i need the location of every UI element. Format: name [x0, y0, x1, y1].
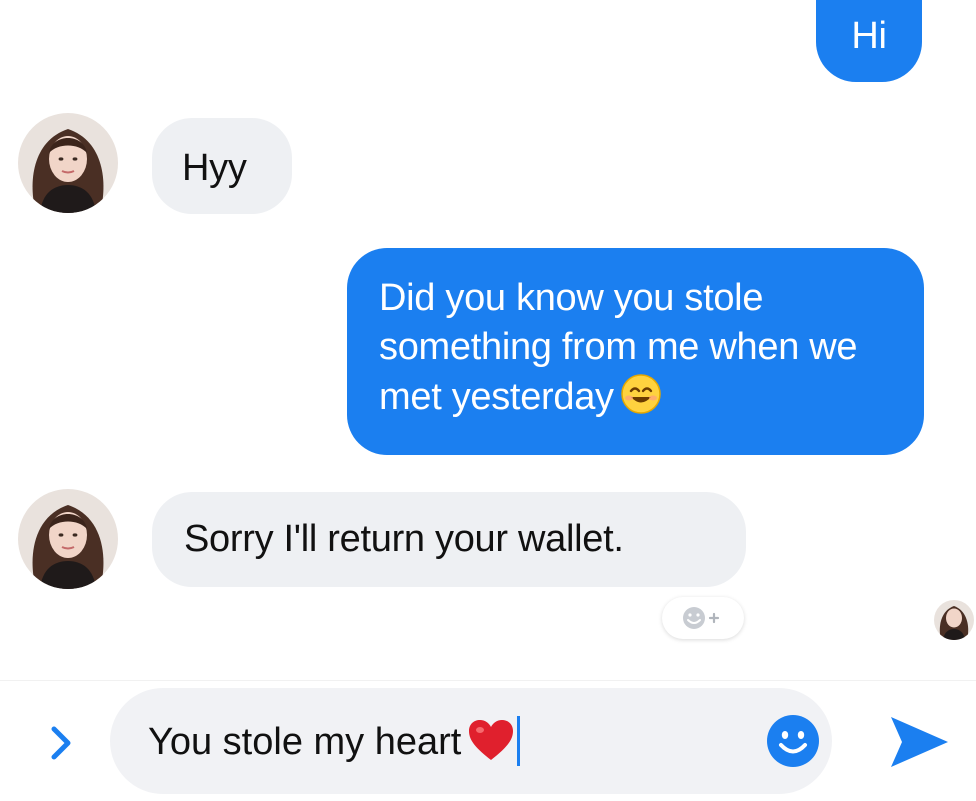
add-reaction-button[interactable] — [662, 597, 744, 639]
send-arrow-icon — [891, 717, 948, 767]
text-cursor — [517, 716, 521, 766]
message-text: Sorry I'll return your wallet. — [184, 518, 624, 560]
chevron-right-icon — [51, 726, 71, 760]
add-reaction-icon — [683, 607, 720, 629]
contact-avatar[interactable] — [18, 113, 118, 213]
message-input-text[interactable]: You stole my heart — [148, 716, 521, 766]
chat-screen: Hi Hyy Did you know you stole something … — [0, 0, 976, 801]
message-text: Hi — [851, 15, 887, 57]
expand-actions-button[interactable] — [38, 720, 84, 766]
emoji-button[interactable] — [764, 712, 822, 770]
red-heart-icon — [467, 718, 515, 762]
message-text: Hyy — [182, 147, 247, 189]
read-receipt-avatar — [934, 600, 974, 640]
send-button[interactable] — [888, 713, 950, 771]
outgoing-message-bubble[interactable]: Did you know you stole something from me… — [347, 248, 924, 455]
smiley-icon — [767, 715, 819, 767]
incoming-message-bubble[interactable]: Hyy — [152, 118, 292, 214]
draft-text: You stole my heart — [148, 721, 462, 763]
smiling-face-icon — [620, 373, 662, 415]
outgoing-message-bubble[interactable]: Hi — [816, 0, 922, 82]
message-text: Did you know you stole something from me… — [379, 277, 858, 418]
contact-avatar[interactable] — [18, 489, 118, 589]
incoming-message-bubble[interactable]: Sorry I'll return your wallet. — [152, 492, 746, 587]
